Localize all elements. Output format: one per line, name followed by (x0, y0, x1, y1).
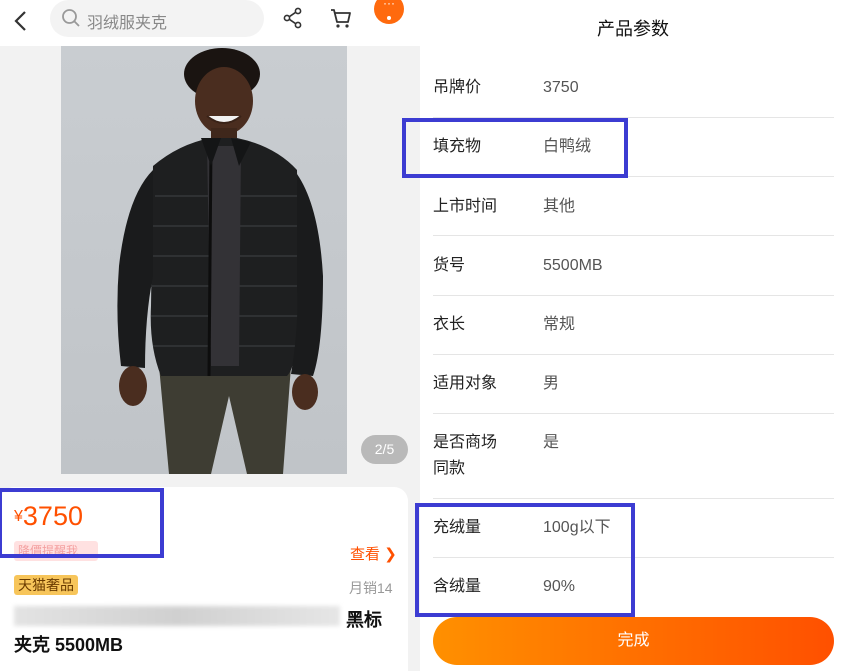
product-params-sheet: 产品参数 吊牌价 3750 填充物 白鸭绒 上市时间 其他 货号 5500MB … (402, 0, 854, 671)
spec-key: 是否商场 (433, 434, 498, 451)
view-link[interactable]: 查看 ❯ (350, 543, 397, 564)
spec-key: 适用对象 (433, 375, 498, 392)
blurred-title-text (14, 606, 340, 626)
spec-row-length: 衣长 常规 (433, 312, 834, 355)
highlight-box-price (0, 488, 164, 558)
spec-key: 吊牌价 (433, 79, 482, 96)
top-bar: 羽绒服夹克 ··· (0, 0, 420, 46)
spec-key: 衣长 (433, 316, 466, 333)
spec-row-tag-price: 吊牌价 3750 (433, 75, 834, 118)
spec-value: 是 (543, 434, 560, 451)
more-menu-button[interactable]: ··· (374, 0, 404, 24)
spec-key-line2: 同款 (433, 460, 466, 477)
share-icon[interactable] (283, 7, 303, 29)
notification-dot (387, 16, 391, 20)
store-badge: 天猫奢品 (14, 575, 78, 595)
search-input[interactable]: 羽绒服夹克 (50, 0, 264, 37)
spec-value: 5500MB (543, 257, 603, 274)
spec-row-item-number: 货号 5500MB (433, 253, 834, 296)
highlight-box-filling (402, 118, 628, 178)
spec-row-launch-time: 上市时间 其他 (433, 194, 834, 236)
spec-key: 货号 (433, 257, 466, 274)
sheet-title: 产品参数 (597, 19, 669, 39)
back-arrow-icon[interactable] (12, 9, 32, 33)
model-in-jacket-illustration (117, 48, 323, 474)
product-title-line2: 夹克 5500MB (14, 635, 124, 655)
spec-value: 常规 (543, 316, 576, 333)
spec-row-target: 适用对象 男 (433, 371, 834, 414)
product-title-suffix: 黑标 (346, 610, 382, 630)
spec-key: 上市时间 (433, 198, 498, 215)
spec-row-mall-same: 是否商场 同款 是 (433, 430, 834, 499)
highlight-box-down (415, 503, 635, 617)
spec-value: 男 (543, 375, 560, 392)
spec-value: 其他 (543, 198, 576, 215)
done-button[interactable]: 完成 (433, 617, 834, 665)
product-photo[interactable] (61, 46, 347, 474)
cart-icon[interactable] (330, 7, 352, 29)
product-page: 羽绒服夹克 ··· 2/5 ¥3750 降價提醒我 查看 ❯ 天猫奢品 月销14… (0, 0, 420, 671)
chevron-right-icon: ❯ (384, 546, 397, 563)
spec-value: 3750 (543, 79, 579, 96)
view-link-label: 查看 (350, 546, 381, 563)
more-dots-icon: ··· (383, 0, 395, 10)
gallery-page-indicator: 2/5 (361, 435, 408, 464)
monthly-sales: 月销14 (349, 580, 393, 596)
search-icon (62, 9, 80, 27)
search-placeholder: 羽绒服夹克 (87, 15, 168, 32)
